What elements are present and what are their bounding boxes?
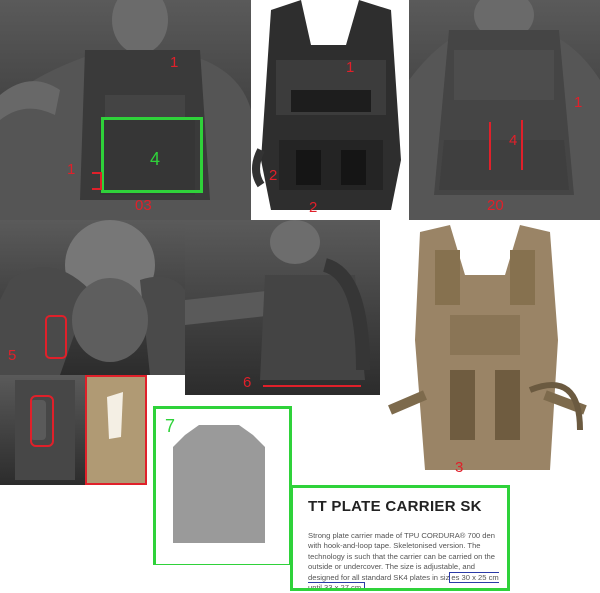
- front-panel-mark: 4: [150, 149, 161, 169]
- front-bottom-mark: 03: [135, 197, 152, 214]
- product-description: Strong plate carrier made of TPU CORDURA…: [308, 531, 504, 588]
- side-view-figure: [185, 220, 370, 380]
- strap-photo-panel: [85, 375, 147, 485]
- front-side-bracket: [92, 172, 102, 190]
- product-card: TT PLATE CARRIER SK Strong plate carrier…: [290, 485, 510, 591]
- top-view-panel: 5: [0, 220, 185, 375]
- top-view-figure: [0, 220, 185, 375]
- side-view-bottom-mark: 6: [243, 374, 252, 391]
- plate-panel: 7: [147, 405, 292, 565]
- plate-shape: [173, 425, 265, 543]
- back-sculpt-bottom-mark: 20: [487, 197, 504, 214]
- back-sculpt-figure: [409, 0, 600, 220]
- real-carrier-figure: [388, 225, 587, 470]
- back-carrier-figure: [252, 0, 401, 210]
- front-side-mark: 1: [67, 161, 76, 178]
- front-sculpt-panel: 1 1 4 03: [0, 0, 251, 220]
- side-view-line: [263, 385, 361, 387]
- strap-photo-figure: [87, 377, 145, 483]
- back-sculpt-center-mark: 4: [509, 132, 518, 149]
- front-shoulder-mark: 1: [170, 54, 179, 71]
- strap-zoom-outline: [30, 395, 54, 447]
- back-sculpt-panel: 1 4 20: [409, 0, 600, 220]
- back-carrier-top-mark: 1: [346, 59, 355, 76]
- side-view-panel: 6: [185, 220, 380, 395]
- real-carrier-panel: 3: [380, 220, 600, 485]
- top-view-left-mark: 5: [8, 347, 17, 364]
- product-title: TT PLATE CARRIER SK: [308, 498, 482, 515]
- back-sculpt-side-mark: 1: [574, 94, 583, 111]
- real-carrier-bottom-mark: 3: [455, 459, 464, 476]
- top-view-strap-outline: [45, 315, 67, 359]
- back-carrier-panel: 1 2 2: [251, 0, 409, 220]
- back-carrier-side-mark: 2: [269, 167, 278, 184]
- back-center-line-left: [489, 122, 491, 170]
- strap-zoom-panel: [0, 375, 85, 485]
- back-center-line-right: [521, 120, 523, 170]
- back-carrier-bottom-mark: 2: [309, 199, 318, 216]
